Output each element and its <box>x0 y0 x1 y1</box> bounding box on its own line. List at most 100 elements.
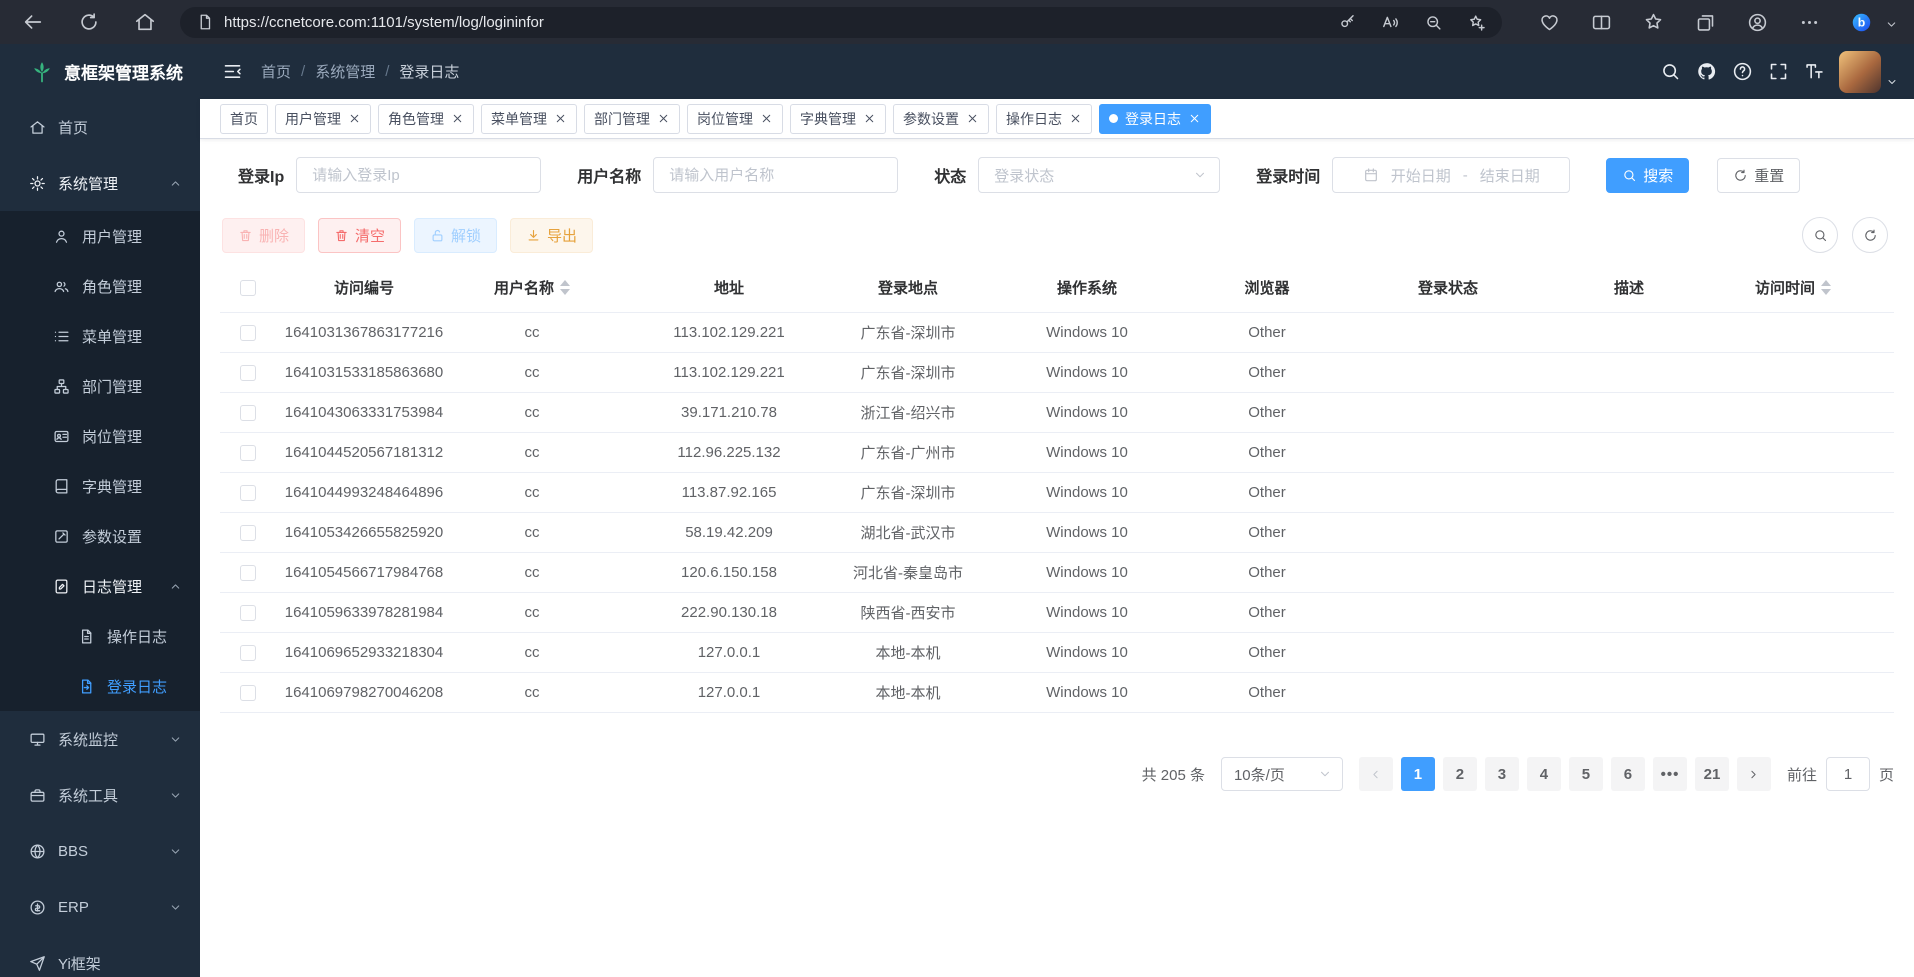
export-button[interactable]: 导出 <box>510 218 593 253</box>
favorites-icon[interactable] <box>1643 12 1664 33</box>
login-ip-input[interactable] <box>296 157 541 193</box>
search-icon[interactable] <box>1660 61 1681 82</box>
page-button-5[interactable]: 5 <box>1569 757 1603 791</box>
page-size-select[interactable]: 10条/页 <box>1221 757 1343 791</box>
sidebar-item-yi-framework[interactable]: Yi框架 <box>0 935 200 977</box>
status-select[interactable]: 登录状态 <box>978 157 1220 193</box>
refresh-icon[interactable] <box>78 11 100 33</box>
back-icon[interactable] <box>22 11 44 33</box>
home-icon[interactable] <box>134 11 156 33</box>
sidebar-item-erp[interactable]: ERP <box>0 879 200 935</box>
tab-home[interactable]: 首页 <box>220 104 268 134</box>
page-button-1[interactable]: 1 <box>1401 757 1435 791</box>
caret-down-icon[interactable] <box>1885 18 1898 31</box>
sidebar-item-department-management[interactable]: 部门管理 <box>0 361 200 411</box>
page-button-3[interactable]: 3 <box>1485 757 1519 791</box>
pager-more-button[interactable]: ••• <box>1653 757 1687 791</box>
breadcrumb-item[interactable]: 首页 <box>261 61 291 82</box>
goto-page-input[interactable] <box>1826 757 1870 791</box>
close-icon[interactable] <box>554 112 567 125</box>
split-screen-icon[interactable] <box>1591 12 1612 33</box>
tab-dictionary-management[interactable]: 字典管理 <box>790 104 886 134</box>
tab-post-management[interactable]: 岗位管理 <box>687 104 783 134</box>
refresh-table-button[interactable] <box>1852 217 1888 253</box>
fullscreen-icon[interactable] <box>1768 61 1789 82</box>
row-checkbox[interactable] <box>240 685 256 701</box>
page-button-6[interactable]: 6 <box>1611 757 1645 791</box>
browser-essentials-icon[interactable] <box>1539 12 1560 33</box>
sort-carets[interactable] <box>560 280 570 295</box>
sidebar-item-parameter-settings[interactable]: 参数设置 <box>0 511 200 561</box>
tab-login-log[interactable]: 登录日志 <box>1099 104 1211 134</box>
sidebar-item-system-tools[interactable]: 系统工具 <box>0 767 200 823</box>
toggle-search-button[interactable] <box>1802 217 1838 253</box>
tab-operation-log[interactable]: 操作日志 <box>996 104 1092 134</box>
close-icon[interactable] <box>451 112 464 125</box>
sidebar-item-bbs[interactable]: BBS <box>0 823 200 879</box>
sidebar-item-post-management[interactable]: 岗位管理 <box>0 411 200 461</box>
page-button-4[interactable]: 4 <box>1527 757 1561 791</box>
user-name-input[interactable] <box>653 157 898 193</box>
delete-button[interactable]: 删除 <box>222 218 305 253</box>
select-all-checkbox[interactable] <box>240 280 256 296</box>
clear-button[interactable]: 清空 <box>318 218 401 253</box>
sidebar-item-system-monitoring[interactable]: 系统监控 <box>0 711 200 767</box>
close-icon[interactable] <box>863 112 876 125</box>
sidebar-item-login-log[interactable]: 登录日志 <box>0 661 200 711</box>
next-page-button[interactable] <box>1737 757 1771 791</box>
close-icon[interactable] <box>1188 112 1201 125</box>
zoom-icon[interactable] <box>1424 13 1443 32</box>
tab-department-management[interactable]: 部门管理 <box>584 104 680 134</box>
row-checkbox[interactable] <box>240 645 256 661</box>
sidebar-item-home[interactable]: 首页 <box>0 99 200 155</box>
avatar-caret-icon[interactable] <box>1886 76 1898 88</box>
collections-icon[interactable] <box>1695 12 1716 33</box>
close-icon[interactable] <box>760 112 773 125</box>
row-checkbox[interactable] <box>240 365 256 381</box>
sort-carets[interactable] <box>1821 280 1831 295</box>
close-icon[interactable] <box>966 112 979 125</box>
prev-page-button[interactable] <box>1359 757 1393 791</box>
read-aloud-icon[interactable] <box>1381 13 1400 32</box>
page-button-21[interactable]: 21 <box>1695 757 1729 791</box>
github-icon[interactable] <box>1696 61 1717 82</box>
row-checkbox[interactable] <box>240 445 256 461</box>
row-checkbox[interactable] <box>240 605 256 621</box>
tab-role-management[interactable]: 角色管理 <box>378 104 474 134</box>
unlock-button[interactable]: 解锁 <box>414 218 497 253</box>
sidebar-item-dictionary-management[interactable]: 字典管理 <box>0 461 200 511</box>
column-header-visit-time[interactable]: 访问时间 <box>1692 263 1894 313</box>
text-size-icon[interactable] <box>1804 61 1825 82</box>
tab-user-management[interactable]: 用户管理 <box>275 104 371 134</box>
question-icon[interactable] <box>1732 61 1753 82</box>
password-key-icon[interactable] <box>1338 13 1357 32</box>
profile-icon[interactable] <box>1747 12 1768 33</box>
address-bar[interactable]: https://ccnetcore.com:1101/system/log/lo… <box>180 7 1502 38</box>
search-button[interactable]: 搜索 <box>1606 158 1689 193</box>
row-checkbox[interactable] <box>240 485 256 501</box>
more-icon[interactable] <box>1799 12 1820 33</box>
tab-parameter-settings[interactable]: 参数设置 <box>893 104 989 134</box>
fold-menu-icon[interactable] <box>222 61 243 82</box>
sidebar-item-role-management[interactable]: 角色管理 <box>0 261 200 311</box>
breadcrumb-item[interactable]: 系统管理 <box>315 61 375 82</box>
row-checkbox[interactable] <box>240 405 256 421</box>
sidebar-item-system-management[interactable]: 系统管理 <box>0 155 200 211</box>
bing-icon[interactable]: b <box>1851 12 1872 33</box>
close-icon[interactable] <box>1069 112 1082 125</box>
sidebar-item-log-management[interactable]: 日志管理 <box>0 561 200 611</box>
site-info-icon[interactable] <box>196 13 214 31</box>
close-icon[interactable] <box>348 112 361 125</box>
row-checkbox[interactable] <box>240 525 256 541</box>
reset-button[interactable]: 重置 <box>1717 158 1800 193</box>
page-button-2[interactable]: 2 <box>1443 757 1477 791</box>
user-avatar[interactable] <box>1839 51 1881 93</box>
row-checkbox[interactable] <box>240 565 256 581</box>
sidebar-item-user-management[interactable]: 用户管理 <box>0 211 200 261</box>
column-header-user-name[interactable]: 用户名称 <box>452 263 612 313</box>
tab-menu-management[interactable]: 菜单管理 <box>481 104 577 134</box>
login-time-range-picker[interactable]: 开始日期 - 结束日期 <box>1332 157 1570 193</box>
sidebar-item-menu-management[interactable]: 菜单管理 <box>0 311 200 361</box>
favorite-star-icon[interactable] <box>1467 13 1486 32</box>
sidebar-item-operation-log[interactable]: 操作日志 <box>0 611 200 661</box>
